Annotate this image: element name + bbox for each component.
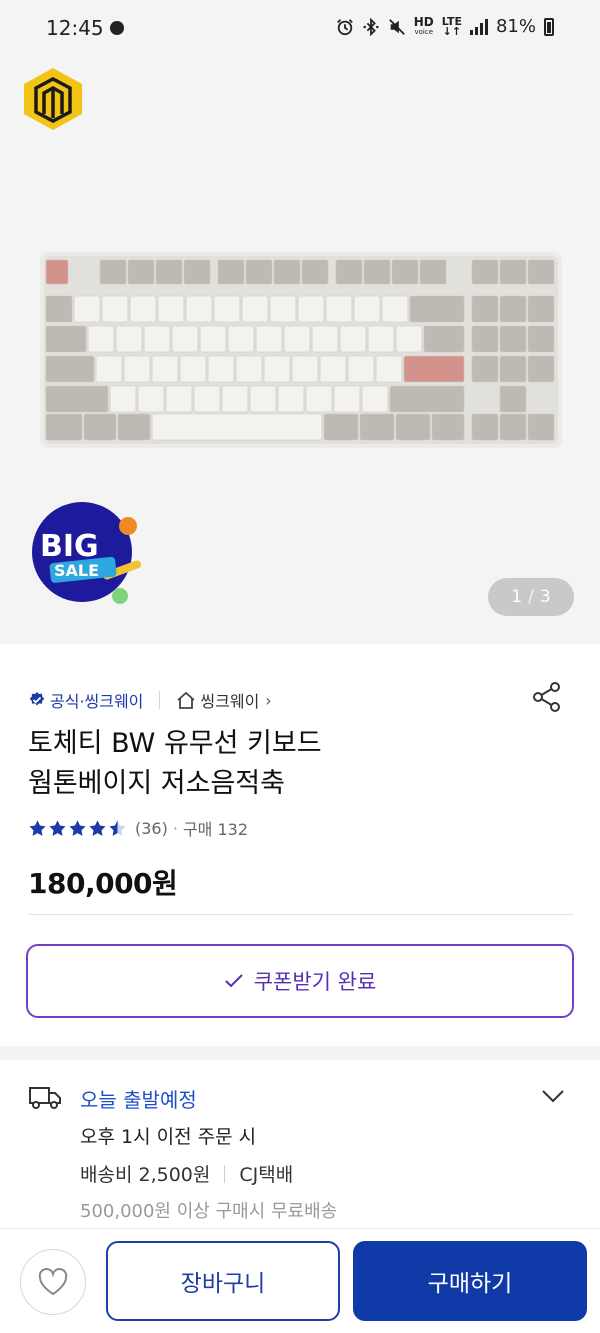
alarm-icon xyxy=(336,18,353,35)
check-icon xyxy=(224,974,243,988)
battery-icon xyxy=(544,17,554,36)
notification-dot-icon xyxy=(110,21,124,35)
lte-label: LTE xyxy=(441,14,462,28)
status-time: 12:45 xyxy=(46,16,104,40)
add-to-cart-button[interactable]: 장바구니 xyxy=(106,1241,340,1321)
home-store-icon xyxy=(177,691,195,709)
shipping-title: 오늘 출발예정 xyxy=(80,1088,197,1112)
image-page-indicator: 1 / 3 xyxy=(488,578,574,616)
product-title-line2: 웜톤베이지 저소음적축 xyxy=(28,768,285,799)
total-pages: 3 xyxy=(539,587,551,607)
status-icons: HD voice LTE ↓↑ 81% xyxy=(336,16,554,37)
status-bar: 12:45 HD voice LTE ↓↑ 81% xyxy=(0,0,600,56)
page-separator: / xyxy=(528,587,534,607)
delivery-truck-icon xyxy=(29,1087,61,1109)
shipping-fee: 배송비 2,500원 xyxy=(80,1164,211,1186)
star-icon xyxy=(109,819,126,836)
store-link[interactable]: 씽크웨이 › xyxy=(176,688,272,712)
star-rating xyxy=(28,819,127,838)
star-icon xyxy=(69,819,86,836)
product-image-gallery[interactable]: BIG SALE 1 / 3 xyxy=(0,56,600,644)
mute-icon xyxy=(388,18,405,35)
shipping-cutoff: 오후 1시 이전 주문 시 xyxy=(80,1126,257,1148)
signal-icon xyxy=(469,18,488,35)
product-info-section: 공식·씽크웨이 씽크웨이 › 토체티 BW 유무선 키보드 웜톤베이지 저소음적… xyxy=(0,644,600,1046)
big-sale-badge: BIG SALE xyxy=(32,502,142,604)
bottom-action-bar: 장바구니 구매하기 xyxy=(0,1228,600,1333)
chevron-right-icon: › xyxy=(265,690,272,710)
product-title-line1: 토체티 BW 유무선 키보드 xyxy=(28,728,322,759)
lte-indicator: LTE ↓↑ xyxy=(441,14,462,38)
store-name: 씽크웨이 xyxy=(200,692,260,711)
shipping-carrier: CJ택배 xyxy=(239,1164,294,1186)
product-title: 토체티 BW 유무선 키보드 웜톤베이지 저소음적축 xyxy=(28,724,508,804)
dot-separator: · xyxy=(172,818,178,838)
hd-voice-indicator: HD voice xyxy=(414,16,434,37)
seller-divider xyxy=(159,691,161,709)
coupon-label: 쿠폰받기 완료 xyxy=(253,970,377,994)
thinkway-logo-icon xyxy=(24,68,82,130)
keyboard-product-image xyxy=(40,252,562,448)
wishlist-button[interactable] xyxy=(20,1249,86,1315)
coupon-button[interactable]: 쿠폰받기 완료 xyxy=(26,944,574,1018)
shipping-fee-row: 배송비 2,500원 CJ택배 xyxy=(80,1160,293,1187)
star-icon xyxy=(29,819,46,836)
voice-label: voice xyxy=(414,27,434,36)
review-count: (36) xyxy=(135,818,168,838)
buy-now-button[interactable]: 구매하기 xyxy=(353,1241,587,1321)
share-icon[interactable] xyxy=(530,680,564,714)
official-seller-label[interactable]: 공식·씽크웨이 xyxy=(50,688,143,712)
battery-percent: 81% xyxy=(495,16,536,37)
seller-row: 공식·씽크웨이 씽크웨이 › xyxy=(28,688,272,712)
shipping-divider xyxy=(224,1164,226,1183)
section-gap xyxy=(0,1046,600,1060)
purchase-count: 구매 132 xyxy=(182,820,249,839)
divider xyxy=(28,914,574,915)
current-page: 1 xyxy=(511,587,523,607)
badge-sale-text: SALE xyxy=(54,561,99,580)
bluetooth-icon xyxy=(363,17,379,36)
chevron-down-icon[interactable] xyxy=(540,1088,566,1104)
free-shipping-condition: 500,000원 이상 구매시 무료배송 xyxy=(80,1201,338,1222)
star-icon xyxy=(49,819,66,836)
heart-icon xyxy=(38,1268,68,1296)
star-icon xyxy=(89,819,106,836)
rating-row[interactable]: (36) · 구매 132 xyxy=(28,816,248,840)
shipping-section[interactable]: 오늘 출발예정 오후 1시 이전 주문 시 배송비 2,500원 CJ택배 50… xyxy=(0,1060,600,1230)
badge-big-text: BIG xyxy=(40,529,99,564)
verified-badge-icon xyxy=(29,692,45,706)
product-price: 180,000원 xyxy=(28,867,178,900)
